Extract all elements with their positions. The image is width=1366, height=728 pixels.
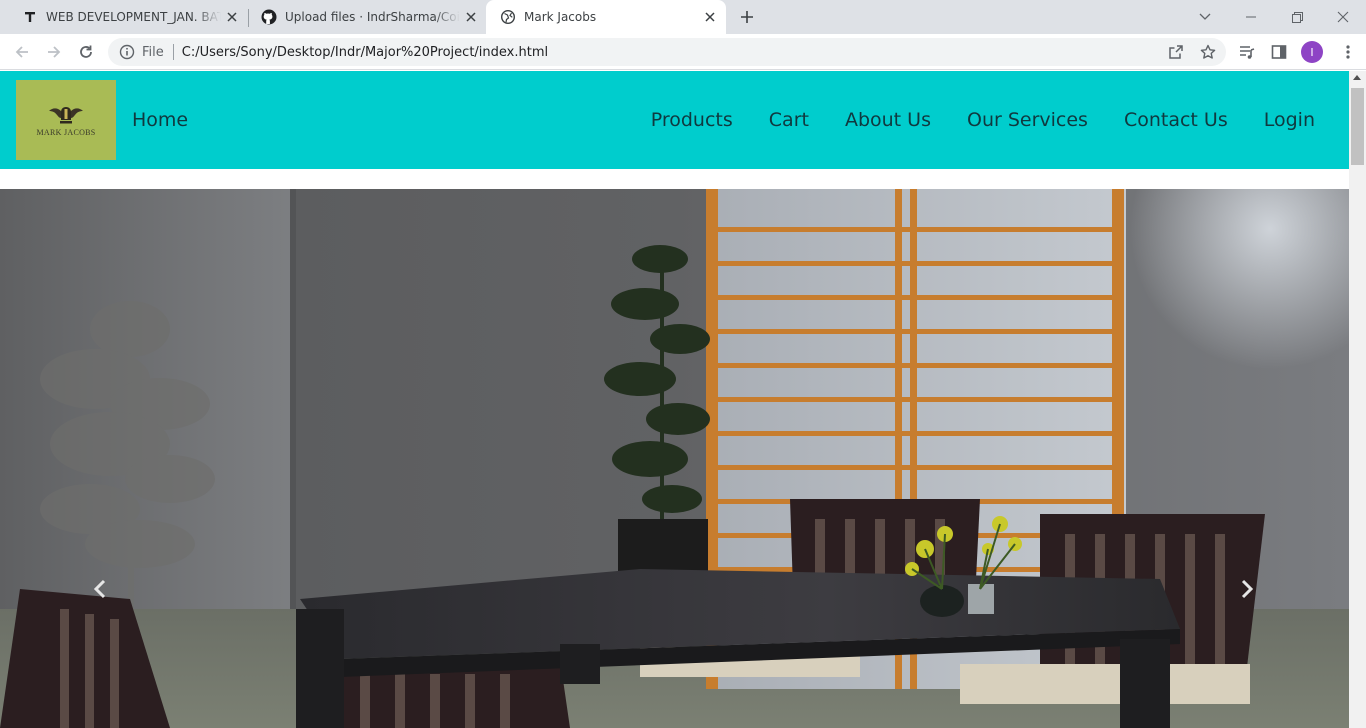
new-tab-plus-icon[interactable]: [738, 8, 756, 26]
url-divider: [172, 44, 174, 60]
info-icon[interactable]: [119, 44, 135, 60]
back-arrow-icon[interactable]: [10, 40, 34, 64]
page-scrollbar[interactable]: [1349, 71, 1366, 728]
carousel-next-chevron-icon[interactable]: [1227, 569, 1267, 609]
nav-link-products[interactable]: Products: [651, 109, 733, 131]
url-text[interactable]: C:/Users/Sony/Desktop/Indr/Major%20Proje…: [182, 45, 548, 60]
close-icon[interactable]: [463, 9, 479, 25]
minimize-icon[interactable]: [1228, 0, 1274, 34]
nav-link-our-services[interactable]: Our Services: [967, 109, 1088, 131]
tab-web-development[interactable]: WEB DEVELOPMENT_JAN. BATCH: [8, 0, 248, 34]
reload-icon[interactable]: [74, 40, 98, 64]
forward-arrow-icon[interactable]: [42, 40, 66, 64]
logo-text: MARK JACOBS: [36, 128, 96, 137]
nav-link-contact-us[interactable]: Contact Us: [1124, 109, 1228, 131]
close-icon[interactable]: [702, 9, 718, 25]
tab-title: Upload files · IndrSharma/Coincex: [285, 10, 460, 24]
nav-link-about-us[interactable]: About Us: [845, 109, 931, 131]
scrollbar-thumb[interactable]: [1351, 88, 1364, 165]
page-viewport: MARK JACOBS Home Products Cart About Us …: [0, 71, 1349, 728]
site-navbar: MARK JACOBS Home Products Cart About Us …: [0, 71, 1349, 169]
t-logo-icon: [22, 9, 38, 25]
url-scheme-label: File: [142, 44, 164, 60]
bookmark-star-icon[interactable]: [1196, 40, 1220, 64]
browser-toolbar: File C:/Users/Sony/Desktop/Indr/Major%20…: [0, 34, 1366, 70]
address-bar[interactable]: File C:/Users/Sony/Desktop/Indr/Major%20…: [108, 38, 1226, 66]
tab-strip: WEB DEVELOPMENT_JAN. BATCH Upload files …: [0, 0, 1366, 34]
nav-link-home[interactable]: Home: [132, 109, 188, 131]
share-icon[interactable]: [1164, 40, 1188, 64]
hero-carousel: [0, 189, 1349, 728]
nav-links: Products Cart About Us Our Services Cont…: [651, 109, 1315, 131]
tab-upload-files[interactable]: Upload files · IndrSharma/Coincex: [247, 0, 487, 34]
nav-link-login[interactable]: Login: [1264, 109, 1315, 131]
tab-mark-jacobs[interactable]: Mark Jacobs: [486, 0, 726, 34]
carousel-prev-chevron-icon[interactable]: [80, 569, 120, 609]
tab-title: Mark Jacobs: [524, 10, 597, 24]
scroll-up-arrow-icon[interactable]: [1353, 75, 1361, 80]
side-panel-icon[interactable]: [1267, 40, 1291, 64]
nav-link-cart[interactable]: Cart: [769, 109, 809, 131]
tab-search-chevron-icon[interactable]: [1182, 0, 1228, 34]
menu-kebab-icon[interactable]: [1336, 40, 1360, 64]
restore-icon[interactable]: [1274, 0, 1320, 34]
media-queue-icon[interactable]: [1235, 40, 1259, 64]
globe-icon: [500, 9, 516, 25]
brand-emblem-icon: [49, 107, 83, 124]
carousel-slide-image: [0, 189, 1349, 728]
close-icon[interactable]: [224, 9, 240, 25]
tab-title: WEB DEVELOPMENT_JAN. BATCH: [46, 10, 221, 24]
close-window-icon[interactable]: [1320, 0, 1366, 34]
profile-avatar[interactable]: I: [1301, 41, 1323, 63]
github-icon: [261, 9, 277, 25]
brand-logo[interactable]: MARK JACOBS: [16, 80, 116, 160]
